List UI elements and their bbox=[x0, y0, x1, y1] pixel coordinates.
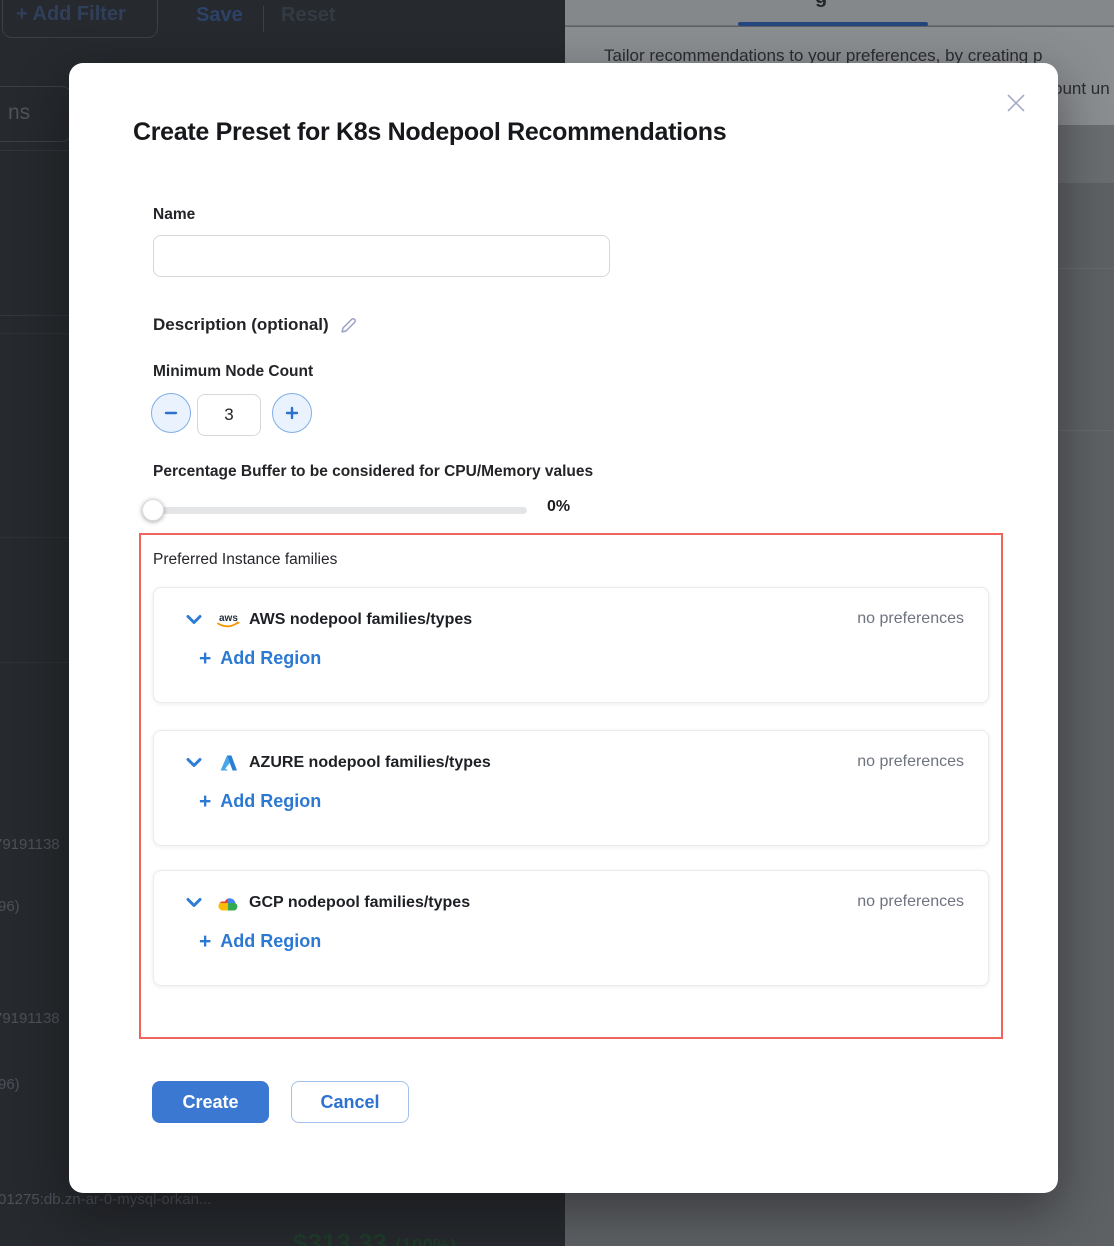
buffer-label: Percentage Buffer to be considered for C… bbox=[153, 463, 593, 481]
add-region-button[interactable]: + Add Region bbox=[199, 648, 321, 669]
add-region-button[interactable]: + Add Region bbox=[199, 791, 321, 812]
provider-status: no preferences bbox=[857, 893, 964, 911]
azure-logo-icon bbox=[215, 753, 241, 773]
name-input[interactable] bbox=[153, 235, 610, 277]
plus-icon: + bbox=[199, 931, 211, 952]
edit-pencil-icon[interactable] bbox=[339, 315, 359, 335]
resource-id-fragment: 01275:db.zn-ar-0-mysql-orkan... bbox=[0, 1191, 211, 1208]
plus-icon bbox=[284, 405, 300, 421]
close-icon bbox=[1003, 90, 1029, 116]
truncated-button-label: ns bbox=[8, 101, 30, 125]
decrement-button[interactable] bbox=[151, 393, 191, 433]
plus-icon: + bbox=[199, 648, 211, 669]
cost-amount: $313.33 bbox=[293, 1228, 387, 1246]
add-filter-label: + Add Filter bbox=[16, 3, 126, 26]
provider-label: AWS nodepool families/types bbox=[249, 611, 472, 629]
modal-title: Create Preset for K8s Nodepool Recommend… bbox=[133, 118, 726, 147]
svg-text:aws: aws bbox=[219, 613, 238, 624]
minus-icon bbox=[163, 405, 179, 421]
create-button[interactable]: Create bbox=[152, 1081, 269, 1123]
provider-card-gcp: GCP nodepool families/types no preferenc… bbox=[153, 870, 989, 986]
preferred-families-label: Preferred Instance families bbox=[153, 551, 337, 569]
active-tab-underline bbox=[738, 22, 928, 26]
provider-status: no preferences bbox=[857, 610, 964, 628]
increment-button[interactable] bbox=[272, 393, 312, 433]
toolbar-divider bbox=[263, 6, 264, 32]
chevron-down-icon[interactable] bbox=[186, 897, 202, 909]
buffer-slider-track[interactable] bbox=[145, 507, 527, 514]
description-label: Description (optional) bbox=[153, 315, 329, 335]
create-preset-modal: Create Preset for K8s Nodepool Recommend… bbox=[69, 63, 1058, 1193]
provider-card-azure: AZURE nodepool families/types no prefere… bbox=[153, 730, 989, 846]
description-row: Description (optional) bbox=[153, 315, 359, 335]
provider-card-header[interactable]: GCP nodepool families/types bbox=[186, 891, 470, 915]
save-button: Save bbox=[196, 4, 243, 27]
provider-label: AZURE nodepool families/types bbox=[249, 754, 491, 772]
close-button[interactable] bbox=[999, 86, 1033, 120]
name-label: Name bbox=[153, 206, 195, 224]
provider-card-header[interactable]: aws AWS nodepool families/types bbox=[186, 608, 472, 632]
min-node-count-label: Minimum Node Count bbox=[153, 363, 313, 381]
plus-icon: + bbox=[199, 791, 211, 812]
provider-card-header[interactable]: AZURE nodepool families/types bbox=[186, 751, 491, 775]
node-count-input[interactable] bbox=[197, 394, 261, 436]
resource-id-fragment: 96) bbox=[0, 898, 20, 915]
chevron-down-icon[interactable] bbox=[186, 757, 202, 769]
tab-label-fragment: g bbox=[815, 0, 833, 13]
cost-value: $313.33 (100%) bbox=[293, 1228, 456, 1246]
add-region-label: Add Region bbox=[220, 931, 321, 952]
buffer-value: 0% bbox=[547, 498, 570, 516]
aws-logo-icon: aws bbox=[215, 610, 241, 630]
provider-label: GCP nodepool families/types bbox=[249, 894, 470, 912]
add-region-button[interactable]: + Add Region bbox=[199, 931, 321, 952]
provider-card-aws: aws AWS nodepool families/types no prefe… bbox=[153, 587, 989, 703]
add-region-label: Add Region bbox=[220, 791, 321, 812]
gcp-logo-icon bbox=[215, 893, 241, 913]
resource-id-fragment: 79191138 bbox=[0, 836, 60, 853]
tab-bar: g bbox=[565, 0, 1114, 26]
cost-percent: (100%) bbox=[395, 1236, 456, 1246]
intro-text-line2-fragment: ount un bbox=[1053, 79, 1110, 99]
resource-id-fragment: 79191138 bbox=[0, 1010, 60, 1027]
buffer-slider-thumb[interactable] bbox=[142, 499, 164, 521]
resource-id-fragment: 96) bbox=[0, 1076, 20, 1093]
provider-status: no preferences bbox=[857, 753, 964, 771]
add-region-label: Add Region bbox=[220, 648, 321, 669]
cancel-button[interactable]: Cancel bbox=[291, 1081, 409, 1123]
chevron-down-icon[interactable] bbox=[186, 614, 202, 626]
reset-button: Reset bbox=[281, 4, 335, 27]
preferred-families-section: Preferred Instance families aws AWS node… bbox=[139, 533, 1003, 1039]
